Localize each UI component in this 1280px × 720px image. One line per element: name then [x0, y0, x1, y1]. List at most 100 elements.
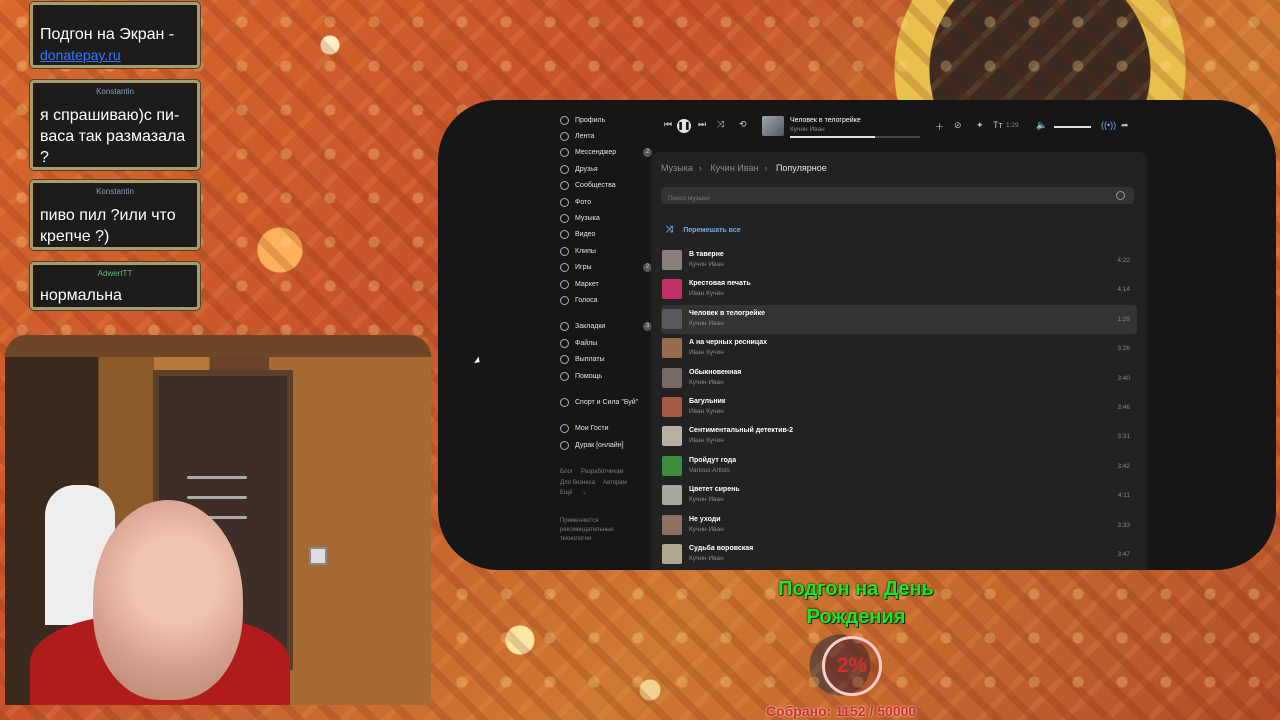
track-artist[interactable]: Иван Кучин — [689, 437, 724, 444]
track-row[interactable]: В таверне Кучин Иван 4:22 — [661, 246, 1137, 275]
track-row[interactable]: Судьба воровская Кучин Иван 3:47 — [661, 540, 1137, 569]
track-cover[interactable] — [662, 485, 682, 506]
sidebar-item[interactable]: Игры 2 — [560, 260, 652, 276]
track-artist[interactable]: Кучин Иван — [689, 555, 724, 562]
track-row[interactable]: Цветет сирень Кучин Иван 4:11 — [661, 481, 1137, 510]
track-cover[interactable] — [662, 338, 682, 359]
shuffle-icon[interactable]: ⤨ — [717, 119, 724, 130]
sidebar-item[interactable]: Профиль — [560, 112, 652, 128]
light-switch — [309, 547, 327, 565]
share-icon[interactable]: ➦ — [1121, 120, 1129, 131]
track-duration: 3:40 — [1117, 374, 1130, 382]
track-artist[interactable]: Various Artists — [689, 467, 730, 474]
sidebar-item[interactable]: Файлы — [560, 335, 652, 351]
track-artist[interactable]: Кучин Иван — [689, 320, 724, 327]
chat-text: пиво пил ?или что крепче ?) — [40, 207, 176, 245]
track-row[interactable]: А на черных ресницах Иван Кучин 3:26 — [661, 334, 1137, 363]
sidebar-item[interactable]: Мои Гости — [560, 421, 652, 437]
sidebar-item[interactable]: Выплаты — [560, 351, 652, 367]
shuffle-icon: ⤨ — [666, 224, 674, 234]
sparkle-icon[interactable]: ✦ — [976, 120, 984, 131]
nav-icon — [560, 440, 569, 450]
track-title: Багульник — [689, 397, 726, 405]
sidebar-item-label: Голоса — [575, 296, 598, 304]
sidebar-item[interactable]: Мессенджер 2 — [560, 145, 652, 161]
track-artist[interactable]: Иван Кучин — [689, 408, 724, 415]
chat-username: AdwertTT — [97, 269, 133, 278]
prev-icon[interactable]: ⏮ — [664, 119, 672, 130]
next-icon[interactable]: ⏭ — [698, 119, 706, 130]
sidebar-item-group[interactable]: Спорт и Сила "Буй" — [560, 394, 652, 410]
volume-slider[interactable] — [1054, 126, 1091, 128]
track-cover[interactable] — [662, 279, 682, 300]
add-icon[interactable]: ＋ — [935, 120, 944, 133]
track-cover[interactable] — [662, 396, 682, 417]
track-cover[interactable] — [662, 543, 682, 564]
nav-icon — [560, 263, 569, 273]
track-cover[interactable] — [662, 250, 682, 270]
track-row[interactable]: Крестовая печать Иван Кучин 4:14 — [661, 275, 1137, 304]
track-row[interactable]: Не уходи Кучин Иван 3:33 — [661, 511, 1137, 540]
broadcast-icon[interactable]: ((•)) — [1101, 120, 1116, 130]
crumb-artist[interactable]: Кучин Иван — [710, 163, 758, 173]
track-cover[interactable] — [662, 367, 682, 388]
chat-message: Подгон на Экран - donatepay.ru — [30, 2, 200, 68]
sidebar-item[interactable]: Дурак [онлайн] — [560, 437, 652, 453]
sidebar-item[interactable]: Друзья — [560, 161, 652, 177]
nav-icon — [560, 148, 569, 158]
chat-message: Konstantin я спрашиваю)с пи-васа так раз… — [30, 80, 200, 170]
track-artist[interactable]: Кучин Иван — [689, 526, 724, 533]
sidebar-item-label: Помощь — [575, 372, 603, 380]
sidebar-item-label: Дурак [онлайн] — [575, 441, 624, 449]
sidebar-item-label: Сообщества — [575, 182, 616, 190]
lyrics-icon[interactable]: Tт — [993, 120, 1003, 130]
track-cover[interactable] — [662, 308, 682, 329]
track-artist[interactable]: Кучин Иван — [689, 261, 724, 268]
sidebar-item[interactable]: Клипы — [560, 243, 652, 259]
now-playing-artist[interactable]: Кучин Иван — [790, 126, 825, 133]
sidebar-item[interactable]: Сообщества — [560, 178, 652, 194]
nav-icon — [560, 181, 569, 191]
sidebar-item[interactable]: Фото — [560, 194, 652, 210]
track-title: Крестовая печать — [689, 280, 751, 288]
nav-icon — [560, 197, 569, 207]
track-artist[interactable]: Кучин Иван — [689, 496, 724, 503]
track-artist[interactable]: Кучин Иван — [689, 379, 724, 386]
dislike-icon[interactable]: ⊘ — [954, 120, 962, 131]
chat-text: Подгон на Экран - — [40, 26, 175, 43]
search-bar — [661, 187, 1134, 207]
sidebar-item[interactable]: Маркет — [560, 276, 652, 292]
track-row[interactable]: Сентиментальный детектив-2 Иван Кучин 3:31 — [661, 422, 1137, 451]
track-cover[interactable] — [662, 455, 682, 476]
sidebar-item[interactable]: Голоса — [560, 292, 652, 308]
crumb-music[interactable]: Музыка — [661, 163, 693, 173]
track-row[interactable]: Человек в телогрейке Кучин Иван 1:29 — [661, 304, 1137, 335]
track-cover[interactable] — [662, 514, 682, 535]
volume-icon[interactable]: 🔈 — [1036, 120, 1047, 131]
track-row[interactable]: Багульник Иван Кучин 3:46 — [661, 393, 1137, 422]
sidebar-item[interactable]: Лента — [560, 128, 652, 144]
sidebar-item-label: Лента — [575, 133, 595, 141]
search-icon[interactable] — [1116, 191, 1125, 200]
nav-icon — [560, 355, 569, 365]
pause-button[interactable]: ❚❚ — [677, 119, 691, 133]
progress-bar[interactable] — [790, 136, 920, 138]
recommend-note[interactable]: Применяются рекомендательные технологии — [560, 517, 630, 544]
track-row[interactable]: Пройдут года Various Artists 3:42 — [661, 452, 1137, 481]
sidebar-item[interactable]: Помощь — [560, 368, 652, 384]
sidebar-item[interactable]: Закладки 3 — [560, 319, 652, 335]
track-cover[interactable] — [662, 426, 682, 447]
search-input[interactable] — [661, 190, 1105, 207]
sidebar-item[interactable]: Музыка — [560, 210, 652, 226]
track-list: В таверне Кучин Иван 4:22 Крестовая печать И… — [661, 246, 1137, 569]
sidebar-item-label: Файлы — [575, 339, 598, 347]
sidebar-item-label: Мои Гости — [575, 425, 609, 433]
chat-link[interactable]: donatepay.ru — [40, 47, 121, 63]
repeat-icon[interactable]: ⟲ — [739, 119, 747, 130]
sidebar-item[interactable]: Видео — [560, 227, 652, 243]
sidebar-item-label: Выплаты — [575, 356, 605, 364]
track-row[interactable]: Обыкновенная Кучин Иван 3:40 — [661, 364, 1137, 393]
track-artist[interactable]: Иван Кучин — [689, 349, 724, 356]
shuffle-all-button[interactable]: ⤨ Перемешать все — [666, 224, 741, 235]
track-artist[interactable]: Иван Кучин — [689, 290, 724, 297]
